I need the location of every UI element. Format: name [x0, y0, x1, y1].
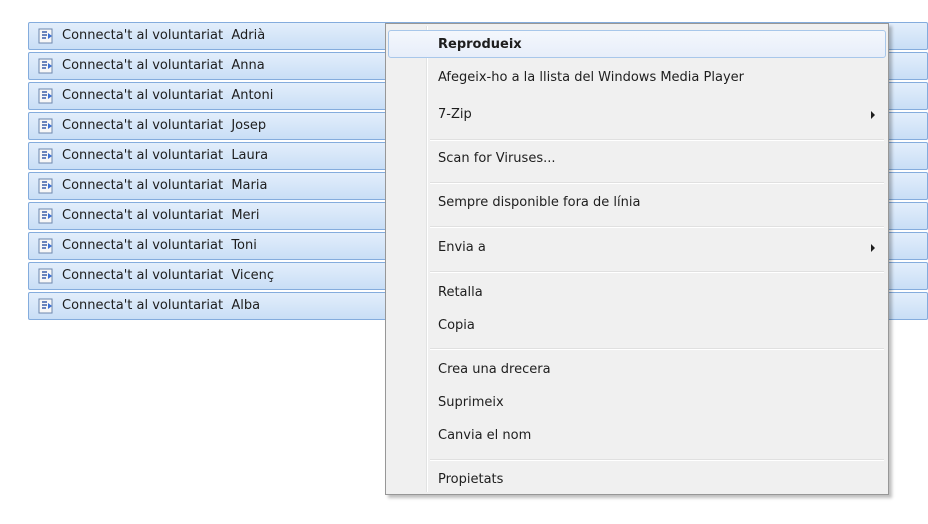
file-name: Connecta't al voluntariat Josep: [62, 118, 267, 133]
audio-file-icon: [38, 58, 53, 74]
menu-separator: [430, 139, 884, 141]
menu-item-cut[interactable]: Retalla: [388, 278, 886, 306]
audio-file-icon: [38, 148, 53, 164]
submenu-arrow-icon: [871, 244, 875, 252]
menu-item-properties[interactable]: Propietats: [388, 465, 886, 493]
menu-item-send-to[interactable]: Envia a: [388, 233, 886, 261]
audio-file-icon: [38, 298, 53, 314]
menu-item-add-to-wmp[interactable]: Afegeix-ho a la llista del Windows Media…: [388, 63, 886, 91]
menu-separator: [430, 459, 884, 461]
menu-item-play[interactable]: Reprodueix: [388, 30, 886, 58]
file-name: Connecta't al voluntariat Anna: [62, 58, 265, 73]
file-name: Connecta't al voluntariat Laura: [62, 148, 269, 163]
menu-item-7zip[interactable]: 7-Zip: [388, 100, 886, 128]
audio-file-icon: [38, 118, 53, 134]
file-name: Connecta't al voluntariat Adrià: [62, 28, 266, 43]
file-name: Connecta't al voluntariat Vicenç: [62, 268, 275, 283]
file-name: Connecta't al voluntariat Maria: [62, 178, 268, 193]
menu-item-label: 7-Zip: [438, 107, 472, 122]
menu-separator: [430, 348, 884, 350]
file-name: Connecta't al voluntariat Toni: [62, 238, 257, 253]
menu-separator: [430, 226, 884, 228]
file-name: Connecta't al voluntariat Antoni: [62, 88, 274, 103]
context-menu: Reprodueix Afegeix-ho a la llista del Wi…: [385, 23, 889, 495]
audio-file-icon: [38, 208, 53, 224]
audio-file-icon: [38, 238, 53, 254]
submenu-arrow-icon: [871, 111, 875, 119]
menu-item-label: Envia a: [438, 240, 486, 255]
menu-item-copy[interactable]: Copia: [388, 311, 886, 339]
menu-item-rename[interactable]: Canvia el nom: [388, 421, 886, 449]
menu-separator: [430, 271, 884, 273]
menu-item-scan-viruses[interactable]: Scan for Viruses...: [388, 144, 886, 172]
audio-file-icon: [38, 178, 53, 194]
audio-file-icon: [38, 88, 53, 104]
menu-item-always-offline[interactable]: Sempre disponible fora de línia: [388, 188, 886, 216]
menu-separator: [430, 182, 884, 184]
audio-file-icon: [38, 28, 53, 44]
menu-item-create-shortcut[interactable]: Crea una drecera: [388, 355, 886, 383]
file-name: Connecta't al voluntariat Meri: [62, 208, 260, 223]
file-name: Connecta't al voluntariat Alba: [62, 298, 261, 313]
menu-item-delete[interactable]: Suprimeix: [388, 388, 886, 416]
audio-file-icon: [38, 268, 53, 284]
